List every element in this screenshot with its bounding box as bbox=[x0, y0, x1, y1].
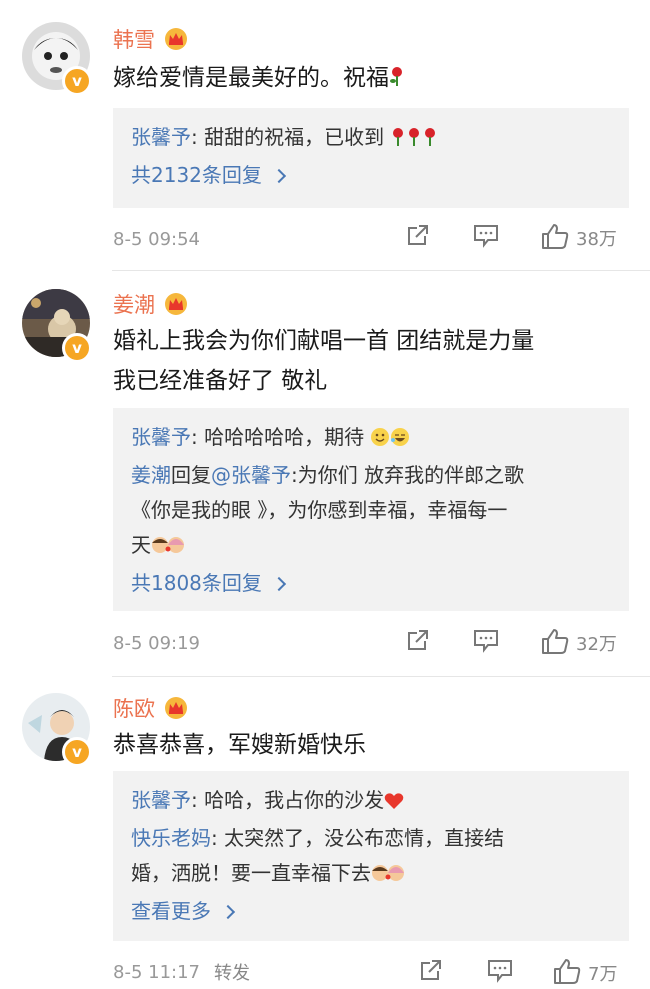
like-count: 7万 bbox=[588, 964, 618, 985]
rose-emoji bbox=[389, 61, 405, 101]
comment-item: v 姜潮 婚礼上我会为你们献唱一首 团结就是力量 我已经准备好了 敬礼 张馨予:… bbox=[0, 271, 650, 676]
like-button[interactable]: 38万 bbox=[540, 222, 617, 254]
reply-text: : 甜甜的祝福，已收到 bbox=[191, 125, 385, 149]
more-replies-label: 共1808条回复 bbox=[131, 571, 262, 595]
reply-text: 婚，洒脱！要一直幸福下去 bbox=[131, 861, 371, 885]
comment-text: 嫁给爱情是最美好的。祝福 bbox=[113, 58, 620, 101]
chevron-right-icon bbox=[220, 904, 236, 919]
username[interactable]: 陈欧 bbox=[113, 693, 155, 723]
action-bar bbox=[472, 627, 500, 657]
verified-badge-icon: v bbox=[62, 333, 92, 363]
share-icon[interactable] bbox=[418, 957, 444, 987]
more-replies-link[interactable]: 共1808条回复 bbox=[131, 566, 286, 601]
reply-mention[interactable]: @张馨予 bbox=[211, 463, 291, 487]
repost-link[interactable]: 转发 bbox=[214, 959, 250, 985]
user-row: 韩雪 bbox=[113, 24, 189, 54]
reply-user[interactable]: 张馨予 bbox=[131, 125, 191, 149]
laugh-emoji bbox=[390, 423, 410, 458]
reply-user[interactable]: 张馨予 bbox=[131, 788, 191, 812]
verified-badge-icon: v bbox=[62, 737, 92, 767]
like-icon[interactable] bbox=[540, 627, 570, 659]
action-bar bbox=[405, 627, 431, 657]
reply-user[interactable]: 快乐老妈 bbox=[131, 826, 211, 850]
comment-text: 恭喜恭喜，军嫂新婚快乐 bbox=[113, 725, 620, 765]
reply-line: 《你是我的眼 》，为你感到幸福，幸福每一 bbox=[131, 498, 508, 522]
comment-text-line: 我已经准备好了 敬礼 bbox=[113, 368, 328, 394]
comment-text: 婚礼上我会为你们献唱一首 团结就是力量 我已经准备好了 敬礼 bbox=[113, 321, 620, 401]
user-row: 陈欧 bbox=[113, 693, 189, 723]
timestamp: 8-5 09:54 bbox=[113, 228, 200, 250]
reply-text: : 哈哈哈哈哈，期待 bbox=[191, 425, 365, 449]
comment-text-content: 嫁给爱情是最美好的。祝福 bbox=[113, 65, 389, 91]
rose-emoji bbox=[390, 123, 406, 158]
smile-emoji bbox=[370, 423, 390, 458]
like-count: 32万 bbox=[576, 634, 617, 655]
reply-line: 张馨予: 甜甜的祝福，已收到 bbox=[131, 120, 611, 158]
reply-box[interactable]: 张馨予: 甜甜的祝福，已收到 共2132条回复 bbox=[113, 108, 629, 208]
reply-line: 张馨予: 哈哈，我占你的沙发 bbox=[131, 783, 611, 821]
like-count: 38万 bbox=[576, 229, 617, 250]
comment-text-line: 婚礼上我会为你们献唱一首 团结就是力量 bbox=[113, 328, 535, 354]
action-bar bbox=[472, 222, 500, 252]
rose-emoji bbox=[422, 123, 438, 158]
timestamp: 8-5 09:19 bbox=[113, 632, 200, 654]
couple-emoji bbox=[151, 531, 187, 566]
like-icon[interactable] bbox=[552, 957, 582, 989]
reply-text: : 哈哈，我占你的沙发 bbox=[191, 788, 385, 812]
username[interactable]: 姜潮 bbox=[113, 289, 155, 319]
timestamp: 8-5 11:17 bbox=[113, 961, 200, 983]
comment-icon[interactable] bbox=[486, 957, 514, 987]
more-replies-link[interactable]: 查看更多 bbox=[131, 894, 236, 929]
reply-line: 快乐老妈: 太突然了，没公布恋情，直接结 bbox=[131, 821, 611, 856]
rose-emoji bbox=[406, 123, 422, 158]
crown-icon bbox=[163, 27, 189, 51]
share-icon[interactable] bbox=[405, 627, 431, 657]
reply-text: 天 bbox=[131, 533, 151, 557]
more-replies-label: 共2132条回复 bbox=[131, 163, 262, 187]
reply-mid: 回复 bbox=[171, 463, 211, 487]
action-bar bbox=[486, 957, 514, 987]
reply-text: :为你们 放弃我的伴郎之歌 bbox=[291, 463, 525, 487]
heart-emoji bbox=[384, 786, 404, 821]
reply-box[interactable]: 张馨予: 哈哈，我占你的沙发 快乐老妈: 太突然了，没公布恋情，直接结 婚，洒脱… bbox=[113, 771, 629, 941]
chevron-right-icon bbox=[271, 168, 286, 183]
verified-badge-icon: v bbox=[62, 66, 92, 96]
like-button[interactable]: 32万 bbox=[540, 627, 617, 659]
reply-line: 姜潮回复@张馨予:为你们 放弃我的伴郎之歌 bbox=[131, 458, 611, 493]
reply-user[interactable]: 张馨予 bbox=[131, 425, 191, 449]
action-bar bbox=[405, 222, 431, 252]
like-button[interactable]: 7万 bbox=[552, 957, 617, 989]
comment-item: v 韩雪 嫁给爱情是最美好的。祝福 张馨予: 甜甜的祝福，已收到 共2132条回… bbox=[0, 0, 650, 270]
like-icon[interactable] bbox=[540, 222, 570, 254]
reply-line: 张馨予: 哈哈哈哈哈，期待 bbox=[131, 420, 611, 458]
username[interactable]: 韩雪 bbox=[113, 24, 155, 54]
couple-emoji bbox=[371, 859, 407, 894]
chevron-right-icon bbox=[271, 576, 286, 591]
comment-item: v 陈欧 恭喜恭喜，军嫂新婚快乐 张馨予: 哈哈，我占你的沙发 快乐老妈: 太突… bbox=[0, 677, 650, 989]
comment-icon[interactable] bbox=[472, 627, 500, 657]
comment-text-content: 恭喜恭喜，军嫂新婚快乐 bbox=[113, 732, 366, 758]
reply-box[interactable]: 张馨予: 哈哈哈哈哈，期待 姜潮回复@张馨予:为你们 放弃我的伴郎之歌 《你是我… bbox=[113, 408, 629, 611]
more-replies-label: 查看更多 bbox=[131, 899, 211, 923]
reply-line: 婚，洒脱！要一直幸福下去 bbox=[131, 856, 611, 894]
crown-icon bbox=[163, 696, 189, 720]
user-row: 姜潮 bbox=[113, 289, 189, 319]
share-icon[interactable] bbox=[405, 222, 431, 252]
reply-line: 天 bbox=[131, 528, 611, 566]
more-replies-link[interactable]: 共2132条回复 bbox=[131, 158, 286, 193]
reply-user[interactable]: 姜潮 bbox=[131, 463, 171, 487]
crown-icon bbox=[163, 292, 189, 316]
comment-icon[interactable] bbox=[472, 222, 500, 252]
reply-text: : 太突然了，没公布恋情，直接结 bbox=[211, 826, 505, 850]
action-bar bbox=[418, 957, 444, 987]
